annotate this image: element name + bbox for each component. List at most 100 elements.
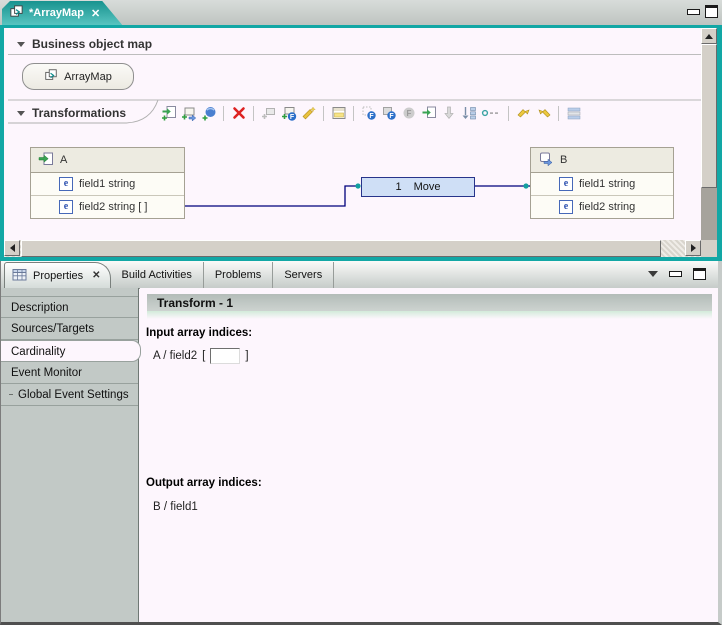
vertical-scrollbar[interactable] (701, 28, 717, 240)
move-transform[interactable]: 1 Move (361, 177, 475, 197)
tab-label: Build Activities (121, 269, 192, 281)
output-array-indices-label: Output array indices: (146, 477, 262, 489)
scrollbar-corner (701, 240, 717, 257)
transformations-section-header[interactable]: Transformations (17, 106, 126, 120)
view-menu-icon[interactable] (648, 271, 658, 277)
map-icon (44, 68, 58, 85)
scroll-up-button[interactable] (701, 28, 717, 44)
element-icon: e (559, 177, 573, 191)
svg-text:F: F (389, 113, 394, 120)
target-field-label: field2 string (579, 201, 636, 213)
editor-tab-bar: *ArrayMap ✕ (0, 0, 722, 25)
scroll-right-button[interactable] (685, 240, 701, 256)
tree-dash-icon (9, 394, 13, 395)
show-transform-list-icon[interactable] (565, 105, 582, 122)
target-field-row[interactable]: e field2 string (531, 195, 673, 218)
tab-build-activities[interactable]: Build Activities (111, 262, 204, 288)
map-editor-canvas: Business object map ArrayMap Transformat… (4, 28, 701, 240)
add-transform-icon[interactable] (160, 105, 177, 122)
add-move-disabled-icon (260, 105, 277, 122)
transformations-section-label: Transformations (32, 106, 127, 120)
input-index-field[interactable] (210, 348, 241, 364)
target-f-filter-icon[interactable]: F (380, 105, 397, 122)
toolbar-separator (508, 105, 509, 121)
tab-label: Servers (284, 269, 323, 281)
input-index-row: A / field2 [ ] (153, 348, 249, 364)
sidebar-item-label: Sources/Targets (11, 323, 95, 335)
horizontal-scroll-thumb[interactable] (21, 240, 661, 257)
toolbar-separator (558, 105, 559, 121)
add-custom-transform-icon[interactable] (180, 105, 197, 122)
tab-servers[interactable]: Servers (273, 262, 335, 288)
sidebar-item-global-event-settings[interactable]: Global Event Settings (1, 384, 138, 406)
scroll-left-button[interactable] (4, 240, 20, 256)
minimize-icon[interactable] (687, 9, 700, 15)
source-business-object[interactable]: A e field1 string e field2 string [ ] (30, 147, 185, 219)
sidebar-item-event-monitor[interactable]: Event Monitor (1, 362, 138, 384)
section-divider (8, 54, 701, 55)
horizontal-scrollbar[interactable] (4, 240, 701, 257)
sort-transforms-icon[interactable] (460, 105, 477, 122)
source-object-name: A (60, 154, 68, 166)
tab-properties[interactable]: Properties ✕ (4, 262, 111, 288)
application-window: *ArrayMap ✕ Business object map ArrayMap (0, 0, 722, 625)
delete-transform-icon[interactable] (230, 105, 247, 122)
sidebar-item-sources-targets[interactable]: Sources/Targets (1, 318, 138, 340)
svg-text:F: F (406, 109, 411, 118)
sidebar-item-label: Description (11, 302, 69, 314)
tab-label: Properties (33, 269, 84, 282)
properties-tab-bar: Properties ✕ Build Activities Problems S… (1, 261, 718, 289)
properties-view: Properties ✕ Build Activities Problems S… (0, 261, 722, 625)
vertical-scroll-thumb[interactable] (701, 44, 717, 188)
f-disabled-icon: F (400, 105, 417, 122)
close-icon[interactable]: ✕ (91, 7, 100, 20)
toolbar-separator (223, 105, 224, 121)
source-field-label: field1 string (79, 178, 136, 190)
svg-text:F: F (369, 113, 374, 120)
svg-text:F: F (289, 114, 294, 121)
collapse-triangle-icon[interactable] (17, 110, 25, 116)
paste-transform-icon[interactable] (420, 105, 437, 122)
source-object-header[interactable]: A (31, 148, 184, 173)
target-object-header[interactable]: B (531, 148, 673, 173)
source-field-row[interactable]: e field1 string (31, 173, 184, 195)
source-f-filter-icon[interactable]: F (360, 105, 377, 122)
bom-section-header[interactable]: Business object map (17, 37, 152, 51)
output-field-path: B / field1 (153, 501, 198, 513)
toolbar-separator (323, 105, 324, 121)
properties-sidebar: Description Sources/Targets Cardinality … (1, 288, 141, 622)
source-field-row[interactable]: e field2 string [ ] (31, 195, 184, 218)
go-to-next-target-icon[interactable] (535, 105, 552, 122)
target-field-row[interactable]: e field1 string (531, 173, 673, 195)
element-icon: e (559, 200, 573, 214)
tab-label: Problems (214, 269, 262, 281)
add-submap-icon[interactable]: F (280, 105, 297, 122)
vertical-scroll-track[interactable] (701, 188, 717, 240)
sidebar-item-description[interactable]: Description (1, 296, 138, 318)
view-controls (648, 268, 706, 280)
transformations-toolbar: F F F F (160, 103, 582, 123)
sidebar-item-label: Event Monitor (11, 367, 82, 379)
add-connection-icon[interactable] (200, 105, 217, 122)
input-array-indices-label: Input array indices: (146, 327, 253, 339)
go-to-next-source-icon[interactable] (515, 105, 532, 122)
add-custom-mapping-icon[interactable] (300, 105, 317, 122)
bracket-open: [ (202, 350, 206, 362)
more-options-icon[interactable] (480, 105, 502, 122)
maximize-icon[interactable] (693, 268, 706, 280)
show-table-view-icon[interactable] (330, 105, 347, 122)
bom-section-label: Business object map (32, 37, 153, 51)
tab-problems[interactable]: Problems (204, 262, 274, 288)
target-business-object[interactable]: B e field1 string e field2 string (530, 147, 674, 219)
close-icon[interactable]: ✕ (92, 270, 100, 281)
panel-title-accent (147, 311, 712, 319)
maximize-icon[interactable] (705, 5, 718, 18)
minimize-icon[interactable] (669, 271, 682, 277)
arraymap-button[interactable]: ArrayMap (22, 63, 134, 90)
source-field-label: field2 string [ ] (79, 201, 148, 213)
editor-tab-arraymap[interactable]: *ArrayMap ✕ (2, 1, 122, 25)
sidebar-item-cardinality[interactable]: Cardinality (1, 340, 141, 362)
collapse-triangle-icon[interactable] (17, 41, 25, 47)
transform-number: 1 (395, 181, 402, 193)
element-icon: e (59, 200, 73, 214)
